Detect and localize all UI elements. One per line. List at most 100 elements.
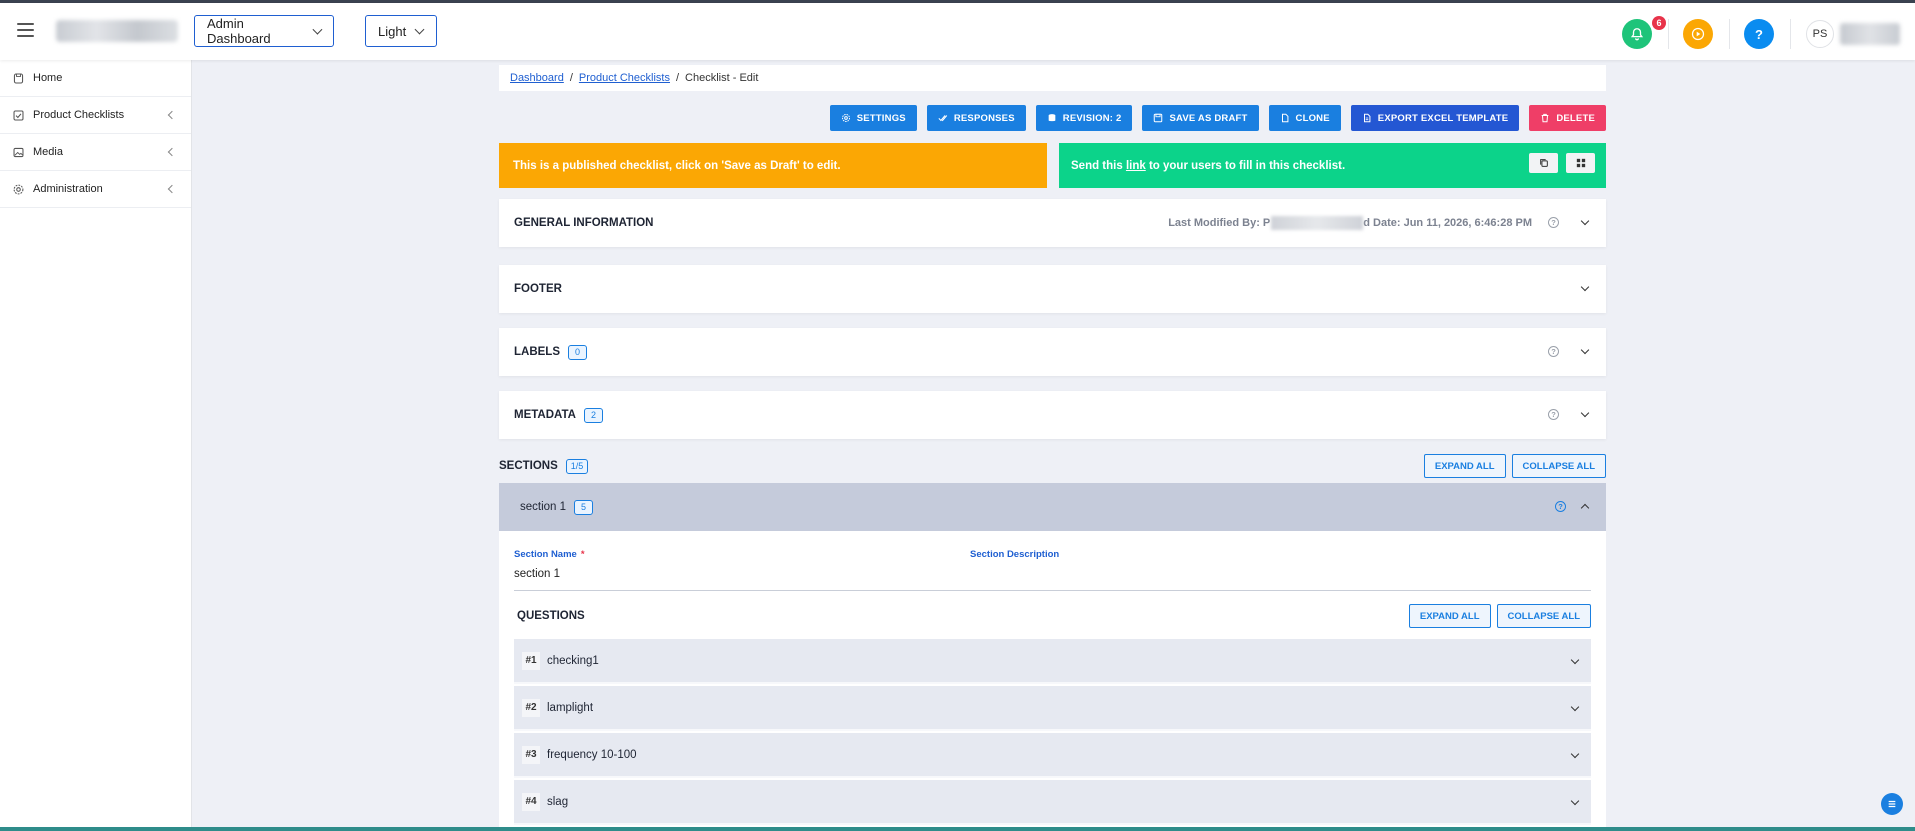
breadcrumb-separator: / xyxy=(569,72,573,84)
question-title: checking1 xyxy=(547,654,599,667)
sidebar-item-label: Administration xyxy=(33,183,103,195)
breadcrumb-separator: / xyxy=(675,72,680,84)
section-name-input[interactable]: section 1 xyxy=(514,568,560,580)
dashboard-select-value: Admin Dashboard xyxy=(207,16,271,46)
gear-icon xyxy=(841,114,850,122)
question-row[interactable]: #1 checking1 xyxy=(514,639,1591,684)
home-icon xyxy=(13,73,24,83)
database-icon xyxy=(1048,114,1056,122)
question-circle-icon[interactable]: ? xyxy=(1555,501,1566,512)
chevron-up-icon[interactable] xyxy=(1580,503,1590,513)
panel-title: METADATA xyxy=(514,409,576,421)
question-circle-icon[interactable]: ? xyxy=(1548,217,1559,228)
breadcrumb: Dashboard / Product Checklists / Checkli… xyxy=(499,65,1606,91)
questions-collapse-all-button[interactable]: Collapse all xyxy=(1496,604,1591,628)
save-as-draft-label: Save as draft xyxy=(1169,112,1248,124)
question-number: #1 xyxy=(522,651,540,670)
sidebar-item-administration[interactable]: Administration xyxy=(0,171,191,208)
share-link[interactable]: link xyxy=(1126,160,1146,172)
delete-label: Delete xyxy=(1556,112,1595,124)
breadcrumb-dashboard-link[interactable]: Dashboard xyxy=(510,72,564,84)
breadcrumb-product-checklists-link[interactable]: Product Checklists xyxy=(579,72,670,84)
export-label: Export Excel Template xyxy=(1377,112,1509,124)
save-as-draft-button[interactable]: Save as draft xyxy=(1142,105,1259,131)
copy-link-button[interactable] xyxy=(1529,153,1558,173)
chevron-down-icon[interactable] xyxy=(1580,282,1590,292)
top-header: Admin Dashboard Light 6 ? PS xyxy=(0,3,1915,60)
sidebar-item-label: Home xyxy=(33,72,63,84)
notifications-button[interactable] xyxy=(1622,19,1652,49)
section-name-label-text: Section Name xyxy=(514,549,577,560)
list-icon xyxy=(1888,800,1896,808)
redacted-user-name xyxy=(1271,216,1364,230)
section-description-label: Section Description xyxy=(970,549,1060,560)
question-row[interactable]: #4 slag xyxy=(514,780,1591,825)
published-alert: This is a published checklist, click on … xyxy=(499,143,1047,188)
sections-expand-all-button[interactable]: Expand all xyxy=(1423,454,1506,478)
export-excel-template-button[interactable]: Export Excel Template xyxy=(1350,105,1520,131)
chevron-down-icon[interactable] xyxy=(1580,408,1590,418)
theme-select-value: Light xyxy=(378,23,407,39)
panel-title: LABELS xyxy=(514,346,560,358)
menu-toggle-icon[interactable] xyxy=(17,23,34,37)
question-number: #3 xyxy=(522,745,540,764)
avatar[interactable]: PS xyxy=(1806,20,1834,48)
chevron-down-icon[interactable] xyxy=(1570,749,1580,759)
section-title: section 1 xyxy=(520,501,567,513)
notification-count-badge: 6 xyxy=(1652,16,1666,30)
question-row[interactable]: #2 lamplight xyxy=(514,686,1591,731)
responses-button[interactable]: Responses xyxy=(926,105,1026,131)
questions-expand-all-button[interactable]: Expand all xyxy=(1408,604,1491,628)
question-row[interactable]: #3 frequency 10-100 xyxy=(514,733,1591,778)
clone-button[interactable]: Clone xyxy=(1268,105,1341,131)
section-header[interactable]: section 1 5 ? xyxy=(499,483,1606,531)
footer-panel[interactable]: FOOTER xyxy=(499,265,1606,313)
sections-collapse-all-button[interactable]: Collapse all xyxy=(1511,454,1606,478)
bottom-border xyxy=(0,827,1915,831)
qr-code-button[interactable] xyxy=(1566,153,1595,173)
chevron-down-icon[interactable] xyxy=(1570,655,1580,665)
chevron-down-icon xyxy=(312,24,323,34)
sidebar-item-home[interactable]: Home xyxy=(0,60,191,97)
revision-button[interactable]: Revision: 2 xyxy=(1035,105,1133,131)
metadata-panel[interactable]: METADATA 2 ? xyxy=(499,391,1606,439)
question-circle-icon[interactable]: ? xyxy=(1548,409,1559,420)
general-information-panel[interactable]: GENERAL INFORMATION Last Modified By: P … xyxy=(499,199,1606,247)
sidebar-item-media[interactable]: Media xyxy=(0,134,191,171)
settings-button[interactable]: Settings xyxy=(829,105,917,131)
play-button[interactable] xyxy=(1683,19,1713,49)
dashboard-select[interactable]: Admin Dashboard xyxy=(194,15,334,47)
labels-panel[interactable]: LABELS 0 ? xyxy=(499,328,1606,376)
chevron-down-icon[interactable] xyxy=(1580,216,1590,226)
question-circle-icon[interactable]: ? xyxy=(1548,346,1559,357)
share-suffix: to your users to fill in this checklist. xyxy=(1145,159,1346,172)
share-link-alert: Send this link to your users to fill in … xyxy=(1059,143,1606,188)
chevron-left-icon xyxy=(167,147,177,157)
help-button[interactable]: ? xyxy=(1744,19,1774,49)
sections-title: SECTIONS xyxy=(499,460,558,472)
responses-label: Responses xyxy=(953,112,1015,124)
chevron-down-icon[interactable] xyxy=(1570,702,1580,712)
chevron-left-icon xyxy=(167,110,177,120)
floating-menu-button[interactable] xyxy=(1881,793,1903,815)
sections-header: SECTIONS 1/5 Expand all Collapse all xyxy=(499,452,1606,480)
last-modified-info: Last Modified By: P d Date: Jun 11, 2026… xyxy=(1168,216,1532,230)
revision-label: Revision: 2 xyxy=(1062,112,1122,124)
app-logo xyxy=(56,20,178,42)
chevron-down-icon[interactable] xyxy=(1580,345,1590,355)
last-modified-prefix: Last Modified By: P xyxy=(1168,217,1271,229)
theme-select[interactable]: Light xyxy=(365,15,437,47)
delete-button[interactable]: Delete xyxy=(1529,105,1606,131)
chevron-left-icon xyxy=(167,184,177,194)
required-mark: * xyxy=(580,549,585,560)
image-icon xyxy=(13,147,24,157)
sidebar-item-product-checklists[interactable]: Product Checklists xyxy=(0,97,191,134)
panel-title: GENERAL INFORMATION xyxy=(514,217,654,229)
chevron-down-icon[interactable] xyxy=(1570,796,1580,806)
settings-label: Settings xyxy=(856,112,906,124)
section-name-underline xyxy=(514,590,1591,591)
help-label: ? xyxy=(1755,26,1763,42)
last-modified-suffix: d Date: Jun 11, 2026, 6:46:28 PM xyxy=(1363,217,1532,229)
share-prefix: Send this xyxy=(1071,159,1126,172)
user-name[interactable] xyxy=(1840,23,1900,45)
